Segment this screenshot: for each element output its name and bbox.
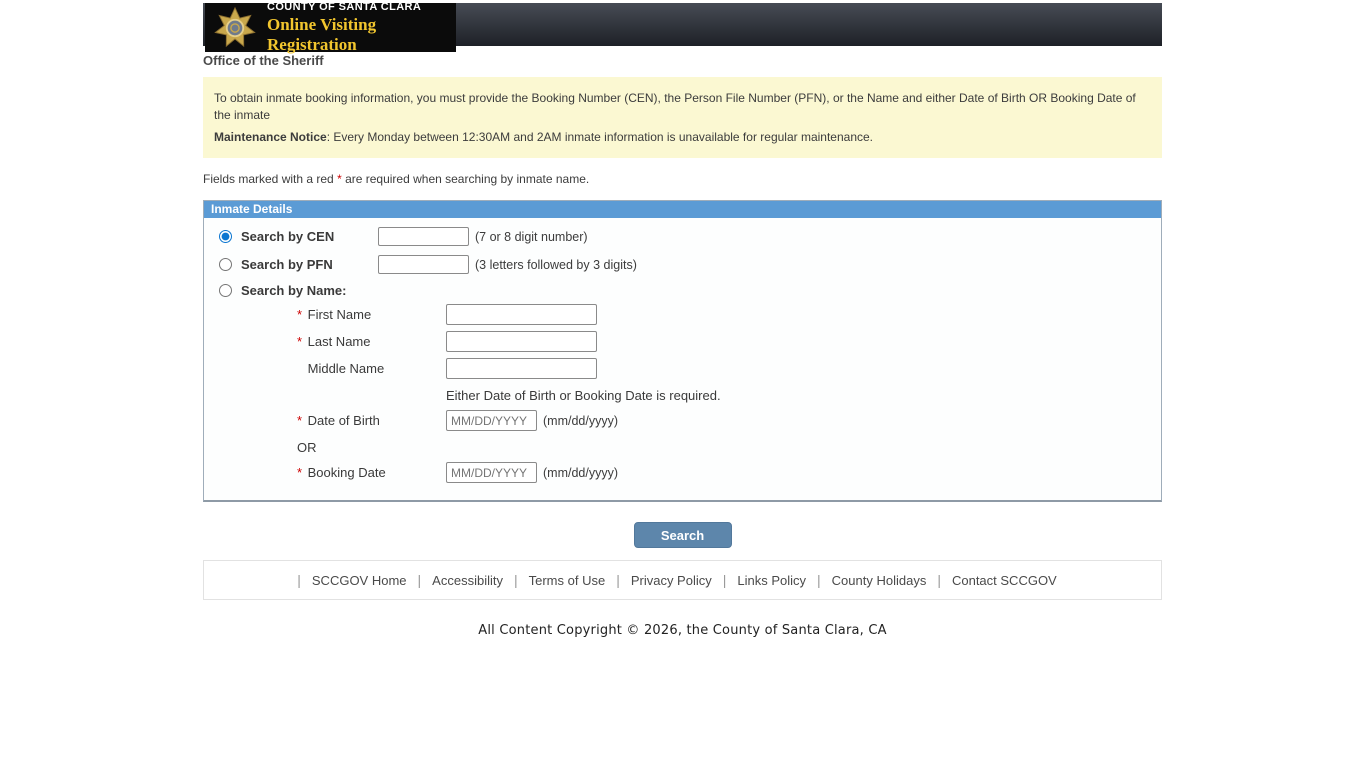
last-name-label-text: Last Name — [308, 334, 371, 349]
cen-input[interactable] — [378, 227, 469, 246]
first-name-input[interactable] — [446, 304, 597, 325]
maintenance-notice: Maintenance Notice: Every Monday between… — [214, 129, 1151, 146]
info-notice-box: To obtain inmate booking information, yo… — [203, 77, 1162, 158]
footer-separator: | — [616, 572, 620, 588]
first-name-label: * First Name — [297, 307, 446, 322]
footer-link-county-holidays[interactable]: County Holidays — [832, 573, 927, 588]
required-note-before: Fields marked with a red — [203, 172, 337, 186]
footer-link-terms-of-use[interactable]: Terms of Use — [529, 573, 606, 588]
search-by-pfn-radio[interactable] — [219, 258, 232, 271]
pfn-hint: (3 letters followed by 3 digits) — [475, 258, 637, 272]
search-by-pfn-row: Search by PFN (3 letters followed by 3 d… — [204, 255, 1161, 274]
middle-name-label: Middle Name — [297, 361, 446, 376]
copyright-text: All Content Copyright © 2026, the County… — [203, 623, 1162, 638]
search-by-cen-row: Search by CEN (7 or 8 digit number) — [204, 227, 1161, 246]
required-fields-note: Fields marked with a red * are required … — [203, 172, 1162, 186]
booking-date-format-hint: (mm/dd/yyyy) — [543, 466, 618, 480]
dob-label-text: Date of Birth — [308, 413, 380, 428]
cen-hint: (7 or 8 digit number) — [475, 230, 588, 244]
middle-name-row: Middle Name — [204, 358, 1161, 379]
footer-separator: | — [418, 572, 422, 588]
footer-separator: | — [723, 572, 727, 588]
logo-text: COUNTY OF SANTA CLARA Online Visiting Re… — [267, 1, 456, 55]
last-name-input[interactable] — [446, 331, 597, 352]
footer-separator: | — [937, 572, 941, 588]
booking-date-input[interactable] — [446, 462, 537, 483]
page-container: COUNTY OF SANTA CLARA Online Visiting Re… — [203, 3, 1162, 638]
footer-nav: | SCCGOV Home | Accessibility | Terms of… — [203, 560, 1162, 600]
sheriff-star-icon — [213, 6, 257, 50]
last-name-label: * Last Name — [297, 334, 446, 349]
maintenance-notice-label: Maintenance Notice — [214, 130, 327, 144]
section-header: Inmate Details — [204, 201, 1161, 218]
middle-name-input[interactable] — [446, 358, 597, 379]
footer-link-privacy-policy[interactable]: Privacy Policy — [631, 573, 712, 588]
booking-date-label-text: Booking Date — [308, 465, 386, 480]
footer-separator: | — [514, 572, 518, 588]
footer-link-links-policy[interactable]: Links Policy — [737, 573, 806, 588]
last-name-row: * Last Name — [204, 331, 1161, 352]
last-name-required-asterisk: * — [297, 334, 304, 349]
footer-separator: | — [297, 572, 301, 588]
agency-name: COUNTY OF SANTA CLARA — [267, 1, 456, 13]
booking-info-notice: To obtain inmate booking information, yo… — [214, 90, 1151, 124]
search-by-name-label: Search by Name: — [241, 283, 378, 298]
footer-link-sccgov-home[interactable]: SCCGOV Home — [312, 573, 407, 588]
footer-separator: | — [817, 572, 821, 588]
footer-link-contact-sccgov[interactable]: Contact SCCGOV — [952, 573, 1057, 588]
date-of-birth-row: * Date of Birth (mm/dd/yyyy) — [204, 410, 1161, 431]
dob-required-asterisk: * — [297, 413, 304, 428]
page-subtitle: Office of the Sheriff — [203, 53, 1162, 68]
or-label: OR — [297, 440, 1161, 455]
booking-date-row: * Booking Date (mm/dd/yyyy) — [204, 462, 1161, 483]
dob-format-hint: (mm/dd/yyyy) — [543, 414, 618, 428]
first-name-label-text: First Name — [308, 307, 372, 322]
inmate-details-panel: Inmate Details Search by CEN (7 or 8 dig… — [203, 200, 1162, 502]
search-button[interactable]: Search — [634, 522, 732, 548]
booking-date-required-asterisk: * — [297, 465, 304, 480]
search-by-cen-label: Search by CEN — [241, 229, 378, 244]
date-of-birth-input[interactable] — [446, 410, 537, 431]
date-requirement-note: Either Date of Birth or Booking Date is … — [446, 388, 1161, 403]
booking-date-label: * Booking Date — [297, 465, 446, 480]
first-name-required-asterisk: * — [297, 307, 304, 322]
first-name-row: * First Name — [204, 304, 1161, 325]
pfn-input[interactable] — [378, 255, 469, 274]
maintenance-notice-text: : Every Monday between 12:30AM and 2AM i… — [327, 130, 873, 144]
app-title: Online Visiting Registration — [267, 15, 456, 55]
required-note-after: are required when searching by inmate na… — [342, 172, 589, 186]
footer-link-accessibility[interactable]: Accessibility — [432, 573, 503, 588]
search-by-name-radio[interactable] — [219, 284, 232, 297]
search-by-pfn-label: Search by PFN — [241, 257, 378, 272]
logo: COUNTY OF SANTA CLARA Online Visiting Re… — [205, 3, 456, 52]
middle-name-label-text: Middle Name — [308, 361, 385, 376]
search-by-name-row: Search by Name: — [204, 283, 1161, 298]
search-by-cen-radio[interactable] — [219, 230, 232, 243]
date-of-birth-label: * Date of Birth — [297, 413, 446, 428]
